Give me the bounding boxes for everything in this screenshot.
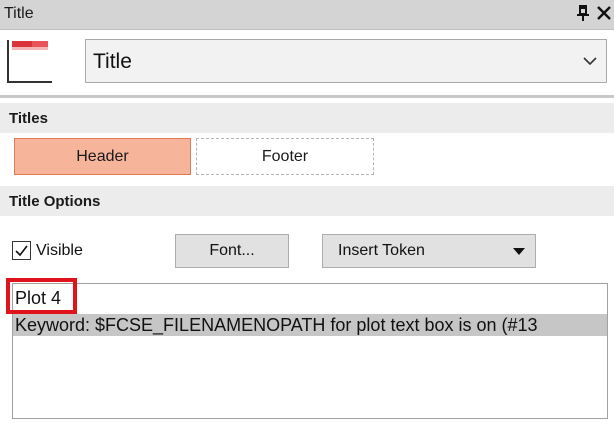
- dropdown-value: Title: [93, 50, 132, 73]
- title-type-dropdown[interactable]: Title: [85, 39, 607, 83]
- panel-title-bar: Title: [0, 0, 614, 30]
- font-button[interactable]: Font...: [175, 234, 289, 268]
- insert-token-dropdown[interactable]: Insert Token: [322, 234, 536, 268]
- caret-down-icon: [513, 248, 525, 255]
- visible-label[interactable]: Visible: [36, 242, 83, 260]
- section-titles: Titles: [0, 103, 614, 133]
- footer-toggle-button[interactable]: Footer: [196, 138, 374, 175]
- title-block-icon: [6, 38, 54, 84]
- header-toggle-button[interactable]: Header: [14, 138, 191, 175]
- title-text-line: Plot 4: [15, 288, 62, 308]
- visible-checkbox[interactable]: [12, 241, 31, 260]
- pin-icon[interactable]: [575, 4, 591, 22]
- chevron-down-icon: [582, 53, 598, 69]
- title-type-area: Title: [0, 30, 614, 98]
- panel-title: Title: [4, 5, 34, 22]
- section-title-options-label: Title Options: [9, 193, 101, 210]
- insert-token-label: Insert Token: [338, 242, 425, 259]
- section-title-options: Title Options: [0, 186, 614, 216]
- title-panel: Title Title Titles Header Footer Title O…: [0, 0, 614, 425]
- keyword-text-line: Keyword: $FCSE_FILENAMENOPATH for plot t…: [13, 314, 607, 336]
- divider: [0, 95, 614, 98]
- title-text-area[interactable]: Plot 4 Keyword: $FCSE_FILENAMENOPATH for…: [12, 283, 608, 419]
- section-titles-label: Titles: [9, 110, 48, 127]
- close-icon[interactable]: [595, 3, 613, 23]
